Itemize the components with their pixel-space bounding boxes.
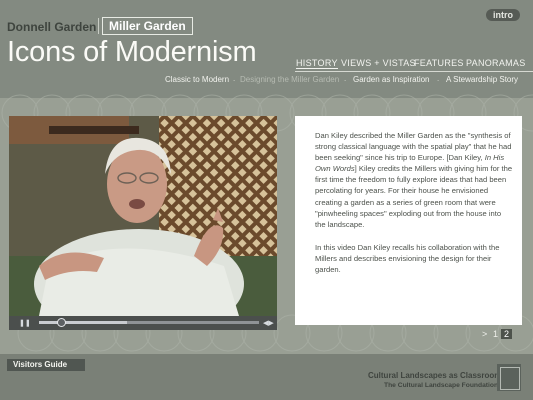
video-description-paragraph: In this video Dan Kiley recalls his coll… bbox=[315, 243, 500, 275]
nav-features[interactable]: FEATURES bbox=[414, 58, 464, 68]
subnav-separator: . bbox=[344, 74, 347, 83]
tab-donnell-garden[interactable]: Donnell Garden bbox=[7, 20, 96, 34]
scrubber-handle[interactable] bbox=[57, 318, 66, 327]
subnav-garden-as-inspiration[interactable]: Garden as Inspiration bbox=[353, 75, 430, 84]
nav-history[interactable]: HISTORY bbox=[296, 58, 338, 69]
nav-underline bbox=[295, 71, 533, 72]
description-paragraph: Dan Kiley described the Miller Garden as… bbox=[315, 131, 513, 229]
pager-page-1[interactable]: 1 bbox=[493, 329, 498, 339]
intro-button[interactable]: intro bbox=[486, 9, 520, 21]
pager-page-2[interactable]: 2 bbox=[501, 329, 513, 339]
tab-miller-garden[interactable]: Miller Garden bbox=[102, 17, 193, 35]
video-player[interactable] bbox=[9, 116, 277, 316]
pager-next-arrow[interactable]: > bbox=[482, 329, 487, 339]
video-buffer-bar bbox=[39, 321, 127, 324]
foundation-logo-icon bbox=[497, 364, 521, 391]
footer-subtitle: The Cultural Landscape Foundation bbox=[384, 382, 499, 389]
video-scrubber[interactable] bbox=[39, 318, 259, 327]
page-title: Icons of Modernism bbox=[7, 36, 257, 68]
subnav-classic-to-modern[interactable]: Classic to Modern bbox=[165, 75, 229, 84]
nav-views-vistas[interactable]: VIEWS + VISTAS bbox=[341, 58, 416, 68]
subnav-a-stewardship-story[interactable]: A Stewardship Story bbox=[446, 75, 518, 84]
video-frame-image bbox=[9, 116, 277, 316]
nav-panoramas[interactable]: PANORAMAS bbox=[466, 58, 526, 68]
subnav-separator: . bbox=[233, 74, 236, 83]
play-pause-icon[interactable]: ❚❚ bbox=[19, 319, 31, 327]
visitors-guide-button[interactable]: Visitors Guide bbox=[7, 359, 85, 371]
tab-divider bbox=[98, 18, 99, 34]
subnav-designing-the-miller-garden[interactable]: Designing the Miller Garden bbox=[240, 75, 339, 84]
description-panel: Dan Kiley described the Miller Garden as… bbox=[295, 116, 522, 325]
footer-title: Cultural Landscapes as Classrooms bbox=[368, 371, 506, 380]
subnav-separator: . bbox=[437, 74, 440, 83]
video-controls: ❚❚ ◀▶ bbox=[9, 316, 277, 330]
fullscreen-icon[interactable]: ◀▶ bbox=[263, 319, 274, 327]
